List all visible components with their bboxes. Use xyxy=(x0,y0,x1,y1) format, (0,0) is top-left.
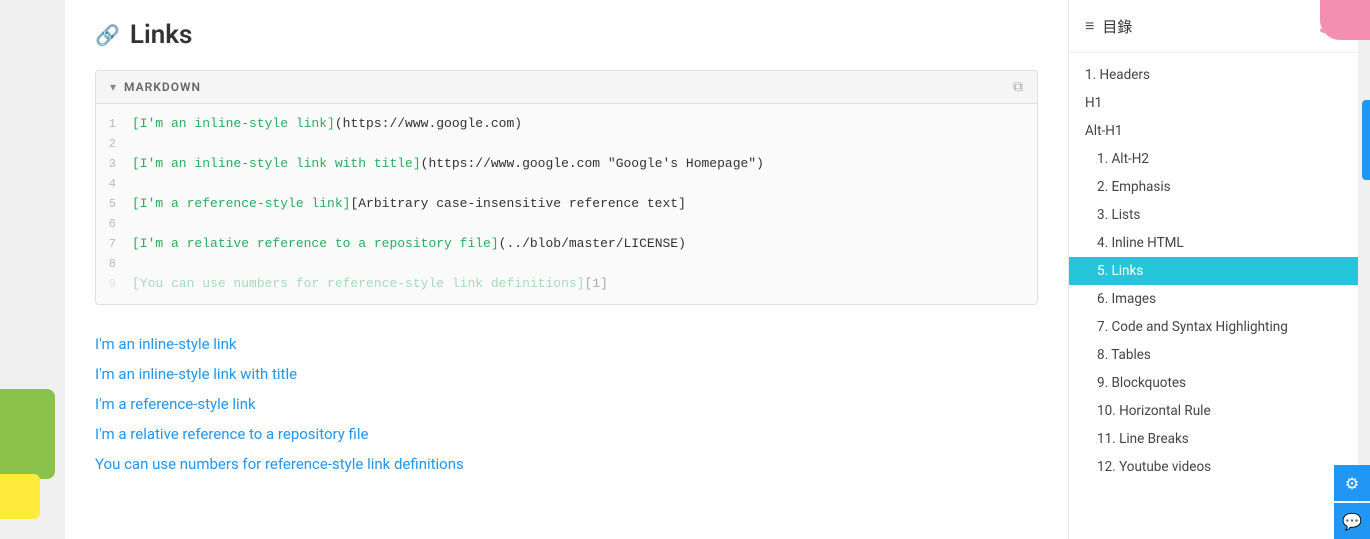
code-line-6: 6 xyxy=(96,214,1037,234)
sidebar-header: ≡ 目錄 38 xyxy=(1069,0,1358,53)
toc-item-blockquotes[interactable]: 9. Blockquotes xyxy=(1069,369,1358,397)
line-content-5: [I'm a reference-style link][Arbitrary c… xyxy=(132,194,1037,214)
right-blue-accent xyxy=(1362,100,1370,180)
chat-button[interactable]: 💬 xyxy=(1334,503,1370,539)
link-url-1: (https://www.google.com) xyxy=(335,116,522,131)
toc-item-headers[interactable]: 1. Headers xyxy=(1069,61,1358,89)
toc-list: 1. Headers H1 Alt-H1 1. Alt-H2 2. Emphas… xyxy=(1069,53,1358,489)
chevron-icon[interactable]: ▾ xyxy=(110,80,116,94)
gear-icon: ⚙ xyxy=(1345,474,1359,493)
toc-item-horizontal-rule[interactable]: 10. Horizontal Rule xyxy=(1069,397,1358,425)
link-text-3: [I'm an inline-style link with title] xyxy=(132,156,421,171)
code-line-7: 7 [I'm a relative reference to a reposit… xyxy=(96,234,1037,254)
toc-item-emphasis[interactable]: 2. Emphasis xyxy=(1069,173,1358,201)
link-text-1: [I'm an inline-style link] xyxy=(132,116,335,131)
line-content-1: [I'm an inline-style link](https://www.g… xyxy=(132,114,1037,134)
rendered-link-2[interactable]: I'm an inline-style link with title xyxy=(95,359,1038,389)
toc-item-youtube[interactable]: 12. Youtube videos xyxy=(1069,453,1358,481)
toc-item-tables[interactable]: 8. Tables xyxy=(1069,341,1358,369)
toc-item-alt-h2[interactable]: 1. Alt-H2 xyxy=(1069,145,1358,173)
link-url-9: [1] xyxy=(584,276,607,291)
markdown-header: ▾ MARKDOWN ⧉ xyxy=(96,71,1037,104)
line-content-3: [I'm an inline-style link with title](ht… xyxy=(132,154,1037,174)
rendered-link-1[interactable]: I'm an inline-style link xyxy=(95,329,1038,359)
toc-item-code-syntax[interactable]: 7. Code and Syntax Highlighting xyxy=(1069,313,1358,341)
code-line-2: 2 xyxy=(96,134,1037,154)
link-text-9: [You can use numbers for reference-style… xyxy=(132,276,584,291)
line-num-1: 1 xyxy=(96,114,132,134)
code-line-1: 1 [I'm an inline-style link](https://www… xyxy=(96,114,1037,134)
left-yellow-accent xyxy=(0,474,40,519)
line-num-4: 4 xyxy=(96,174,132,194)
link-url-3: (https://www.google.com "Google's Homepa… xyxy=(421,156,764,171)
line-num-9: 9 xyxy=(96,274,132,294)
code-line-3: 3 [I'm an inline-style link with title](… xyxy=(96,154,1037,174)
toc-item-images[interactable]: 6. Images xyxy=(1069,285,1358,313)
bottom-action-icons: ⚙ 💬 xyxy=(1334,465,1370,539)
markdown-block: ▾ MARKDOWN ⧉ 1 [I'm an inline-style link… xyxy=(95,70,1038,305)
code-area: 1 [I'm an inline-style link](https://www… xyxy=(96,104,1037,304)
left-decorative-panel xyxy=(0,0,65,539)
page-title-section: 🔗 Links xyxy=(95,20,1038,50)
hamburger-icon: ≡ xyxy=(1085,16,1094,36)
markdown-title-group: ▾ MARKDOWN xyxy=(110,80,201,94)
copy-icon[interactable]: ⧉ xyxy=(1013,79,1023,95)
sidebar-title-text: 目錄 xyxy=(1102,16,1132,37)
toc-item-h1[interactable]: H1 xyxy=(1069,89,1358,117)
line-content-9: [You can use numbers for reference-style… xyxy=(132,274,1037,294)
gear-button[interactable]: ⚙ xyxy=(1334,465,1370,501)
sidebar-title-group: ≡ 目錄 xyxy=(1085,16,1132,37)
right-accent-bar xyxy=(1358,0,1370,539)
toc-item-lists[interactable]: 3. Lists xyxy=(1069,201,1358,229)
right-pink-accent xyxy=(1320,0,1370,40)
left-green-accent xyxy=(0,389,55,479)
link-text-5: [I'm a reference-style link] xyxy=(132,196,350,211)
markdown-label: MARKDOWN xyxy=(124,80,201,94)
code-line-8: 8 xyxy=(96,254,1037,274)
link-url-7: (../blob/master/LICENSE) xyxy=(499,236,686,251)
link-url-5: [Arbitrary case-insensitive reference te… xyxy=(350,196,685,211)
right-sidebar: ≡ 目錄 38 1. Headers H1 Alt-H1 1. Alt-H2 2… xyxy=(1068,0,1358,539)
toc-item-inline-html[interactable]: 4. Inline HTML xyxy=(1069,229,1358,257)
code-line-4: 4 xyxy=(96,174,1037,194)
rendered-link-3[interactable]: I'm a reference-style link xyxy=(95,389,1038,419)
line-num-3: 3 xyxy=(96,154,132,174)
main-content-area: 🔗 Links ▾ MARKDOWN ⧉ 1 [I'm an inline-st… xyxy=(65,0,1068,539)
rendered-link-5[interactable]: You can use numbers for reference-style … xyxy=(95,449,1038,479)
link-text-7: [I'm a relative reference to a repositor… xyxy=(132,236,499,251)
toc-item-line-breaks[interactable]: 11. Line Breaks xyxy=(1069,425,1358,453)
code-line-9: 9 [You can use numbers for reference-sty… xyxy=(96,274,1037,294)
line-num-2: 2 xyxy=(96,134,132,154)
line-num-6: 6 xyxy=(96,214,132,234)
chat-icon: 💬 xyxy=(1342,512,1362,531)
link-icon: 🔗 xyxy=(95,23,120,47)
code-line-5: 5 [I'm a reference-style link][Arbitrary… xyxy=(96,194,1037,214)
line-num-5: 5 xyxy=(96,194,132,214)
line-num-7: 7 xyxy=(96,234,132,254)
toc-item-links[interactable]: 5. Links xyxy=(1069,257,1358,285)
rendered-links-section: I'm an inline-style link I'm an inline-s… xyxy=(95,325,1038,483)
line-content-7: [I'm a relative reference to a repositor… xyxy=(132,234,1037,254)
toc-item-alt-h1[interactable]: Alt-H1 xyxy=(1069,117,1358,145)
rendered-link-4[interactable]: I'm a relative reference to a repository… xyxy=(95,419,1038,449)
page-title: Links xyxy=(130,20,192,50)
line-num-8: 8 xyxy=(96,254,132,274)
